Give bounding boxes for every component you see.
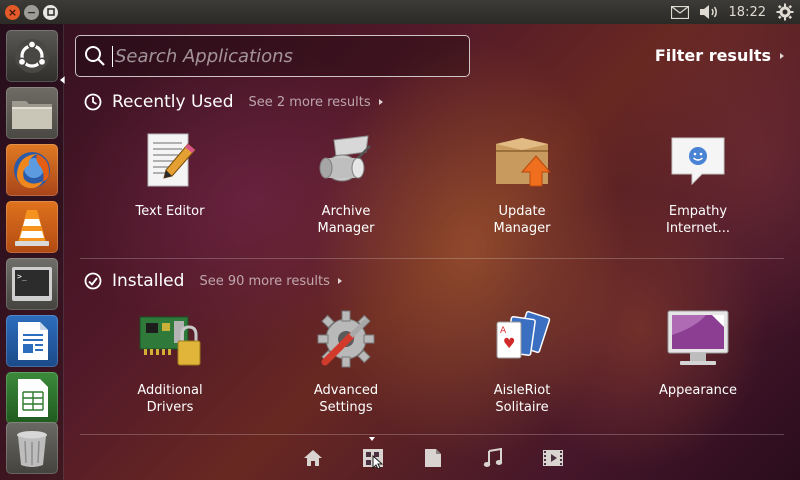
launcher-dash-home[interactable]: [6, 30, 58, 82]
app-tile[interactable]: Update Manager: [434, 128, 610, 237]
app-label: Appearance: [658, 383, 738, 398]
update-manager-icon: [490, 128, 554, 192]
applications-icon: [363, 449, 384, 469]
launcher-terminal[interactable]: >_: [6, 258, 58, 310]
launcher-vlc[interactable]: [6, 201, 58, 253]
chevron-right-icon: [378, 99, 383, 105]
svg-text:A: A: [500, 326, 507, 336]
vlc-cone-icon: [15, 210, 49, 246]
maximize-icon: [46, 8, 55, 16]
filter-results-button[interactable]: Filter results: [655, 46, 784, 65]
svg-text:>_: >_: [17, 272, 27, 281]
firefox-icon: [14, 152, 50, 189]
window-controls: × −: [5, 4, 58, 20]
app-label: Additional Drivers: [137, 383, 203, 415]
category-title: Installed: [112, 271, 185, 291]
lens-music[interactable]: [481, 446, 505, 470]
clock-icon: [84, 93, 102, 111]
app-tile[interactable]: Archive Manager: [258, 128, 434, 237]
lens-bar: [64, 436, 800, 480]
app-label: AisleRiot Solitaire: [493, 383, 551, 415]
solitaire-icon: A ♥: [490, 307, 554, 371]
launcher-writer[interactable]: [6, 315, 58, 367]
category-installed[interactable]: Installed See 90 more results: [84, 269, 342, 293]
app-label: Empathy Internet...: [665, 204, 731, 236]
archive-manager-icon: [314, 128, 378, 192]
maximize-window-button[interactable]: [43, 4, 58, 20]
session-gear-icon[interactable]: [776, 3, 794, 21]
advanced-settings-icon: [314, 307, 378, 371]
lens-separator: [80, 434, 784, 435]
launcher-files[interactable]: [6, 87, 58, 139]
app-tile[interactable]: Advanced Settings: [258, 307, 434, 416]
app-tile[interactable]: A ♥ AisleRiot Solitaire: [434, 307, 610, 416]
files-icon: [425, 449, 441, 467]
active-lens-indicator-icon: [369, 437, 375, 441]
music-icon: [483, 448, 503, 467]
ubuntu-logo-icon: [15, 39, 49, 73]
folder-icon: [12, 101, 52, 129]
document-icon: [18, 322, 48, 360]
launcher-calc[interactable]: [6, 372, 58, 424]
volume-icon[interactable]: [699, 4, 719, 20]
svg-text:♥: ♥: [503, 336, 516, 352]
clock[interactable]: 18:22: [729, 5, 766, 20]
lens-video[interactable]: [541, 446, 565, 470]
minimize-icon: −: [26, 5, 37, 19]
app-tile[interactable]: Text Editor: [82, 128, 258, 237]
home-icon: [304, 450, 322, 466]
close-icon: ×: [7, 5, 18, 19]
appearance-icon: [666, 307, 730, 371]
category-separator: [80, 258, 784, 259]
search-box[interactable]: [75, 35, 470, 77]
dash: Filter results Recently Used See 2 more …: [64, 24, 800, 480]
video-icon: [543, 450, 563, 466]
see-more-link[interactable]: See 2 more results: [249, 95, 371, 110]
app-tile[interactable]: Empathy Internet...: [610, 128, 786, 237]
checkmark-circle-icon: [84, 272, 102, 290]
filter-results-label: Filter results: [654, 46, 771, 65]
category-title: Recently Used: [112, 92, 234, 112]
category-recently-used[interactable]: Recently Used See 2 more results: [84, 90, 383, 114]
close-window-button[interactable]: ×: [5, 4, 20, 20]
search-input[interactable]: [112, 45, 452, 67]
app-label: Text Editor: [135, 204, 205, 219]
chevron-right-icon: [337, 278, 342, 284]
launcher-firefox[interactable]: [6, 144, 58, 196]
app-label: Archive Manager: [317, 204, 375, 236]
app-label: Update Manager: [493, 204, 551, 236]
mail-icon[interactable]: [670, 5, 689, 19]
recent-apps-grid: Text Editor Archive Manager Update Manag…: [82, 128, 786, 237]
minimize-window-button[interactable]: −: [24, 4, 39, 20]
search-icon: [85, 46, 105, 66]
text-editor-icon: [138, 128, 202, 192]
app-tile[interactable]: Additional Drivers: [82, 307, 258, 416]
lens-home[interactable]: [301, 446, 325, 470]
chevron-right-icon: [780, 52, 784, 59]
see-more-link[interactable]: See 90 more results: [199, 274, 329, 289]
panel-indicators: 18:22: [670, 0, 794, 24]
installed-apps-grid: Additional Drivers Advanced Settings A ♥…: [82, 307, 786, 416]
top-panel: × − 18:22: [0, 0, 800, 24]
app-tile[interactable]: Appearance: [610, 307, 786, 416]
launcher: >_: [0, 24, 65, 480]
trash-icon: [17, 431, 47, 467]
launcher-trash[interactable]: [6, 422, 58, 474]
lens-applications[interactable]: [361, 446, 385, 470]
app-label: Advanced Settings: [313, 383, 379, 415]
additional-drivers-icon: [138, 307, 202, 371]
empathy-icon: [666, 128, 730, 192]
terminal-icon: >_: [12, 267, 52, 301]
spreadsheet-icon: [18, 379, 48, 417]
lens-files[interactable]: [421, 446, 445, 470]
